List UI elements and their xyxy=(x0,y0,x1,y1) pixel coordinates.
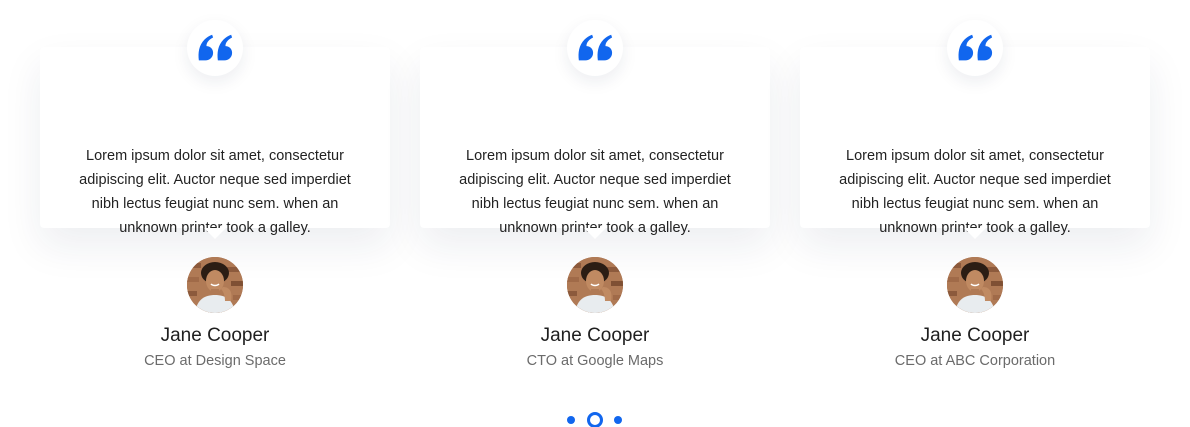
pagination-dot-2-active[interactable] xyxy=(587,412,603,427)
quote-text: Lorem ipsum dolor sit amet, consectetur … xyxy=(79,148,351,236)
author-name: Jane Cooper xyxy=(540,325,650,346)
quote-text: Lorem ipsum dolor sit amet, consectetur … xyxy=(839,148,1111,236)
quote-icon xyxy=(567,20,623,76)
testimonial-slider: Lorem ipsum dolor sit amet, consectetur … xyxy=(0,0,1190,427)
author-role: CEO at Design Space xyxy=(144,353,286,369)
author-role: CEO at ABC Corporation xyxy=(894,353,1056,369)
quote-text: Lorem ipsum dolor sit amet, consectetur … xyxy=(459,148,731,236)
author-name: Jane Cooper xyxy=(920,325,1030,346)
avatar xyxy=(947,257,1003,313)
pagination-dot-1[interactable] xyxy=(567,416,575,424)
avatar xyxy=(187,257,243,313)
avatar xyxy=(567,257,623,313)
author-name: Jane Cooper xyxy=(160,325,270,346)
author-role: CTO at Google Maps xyxy=(526,353,664,369)
testimonial-card: Lorem ipsum dolor sit amet, consectetur … xyxy=(800,0,1150,380)
pagination-dot-3[interactable] xyxy=(614,416,622,424)
testimonial-card: Lorem ipsum dolor sit amet, consectetur … xyxy=(420,0,770,380)
quote-icon xyxy=(947,20,1003,76)
pagination-dots xyxy=(0,411,1190,427)
quote-icon xyxy=(187,20,243,76)
testimonial-card: Lorem ipsum dolor sit amet, consectetur … xyxy=(40,0,390,380)
